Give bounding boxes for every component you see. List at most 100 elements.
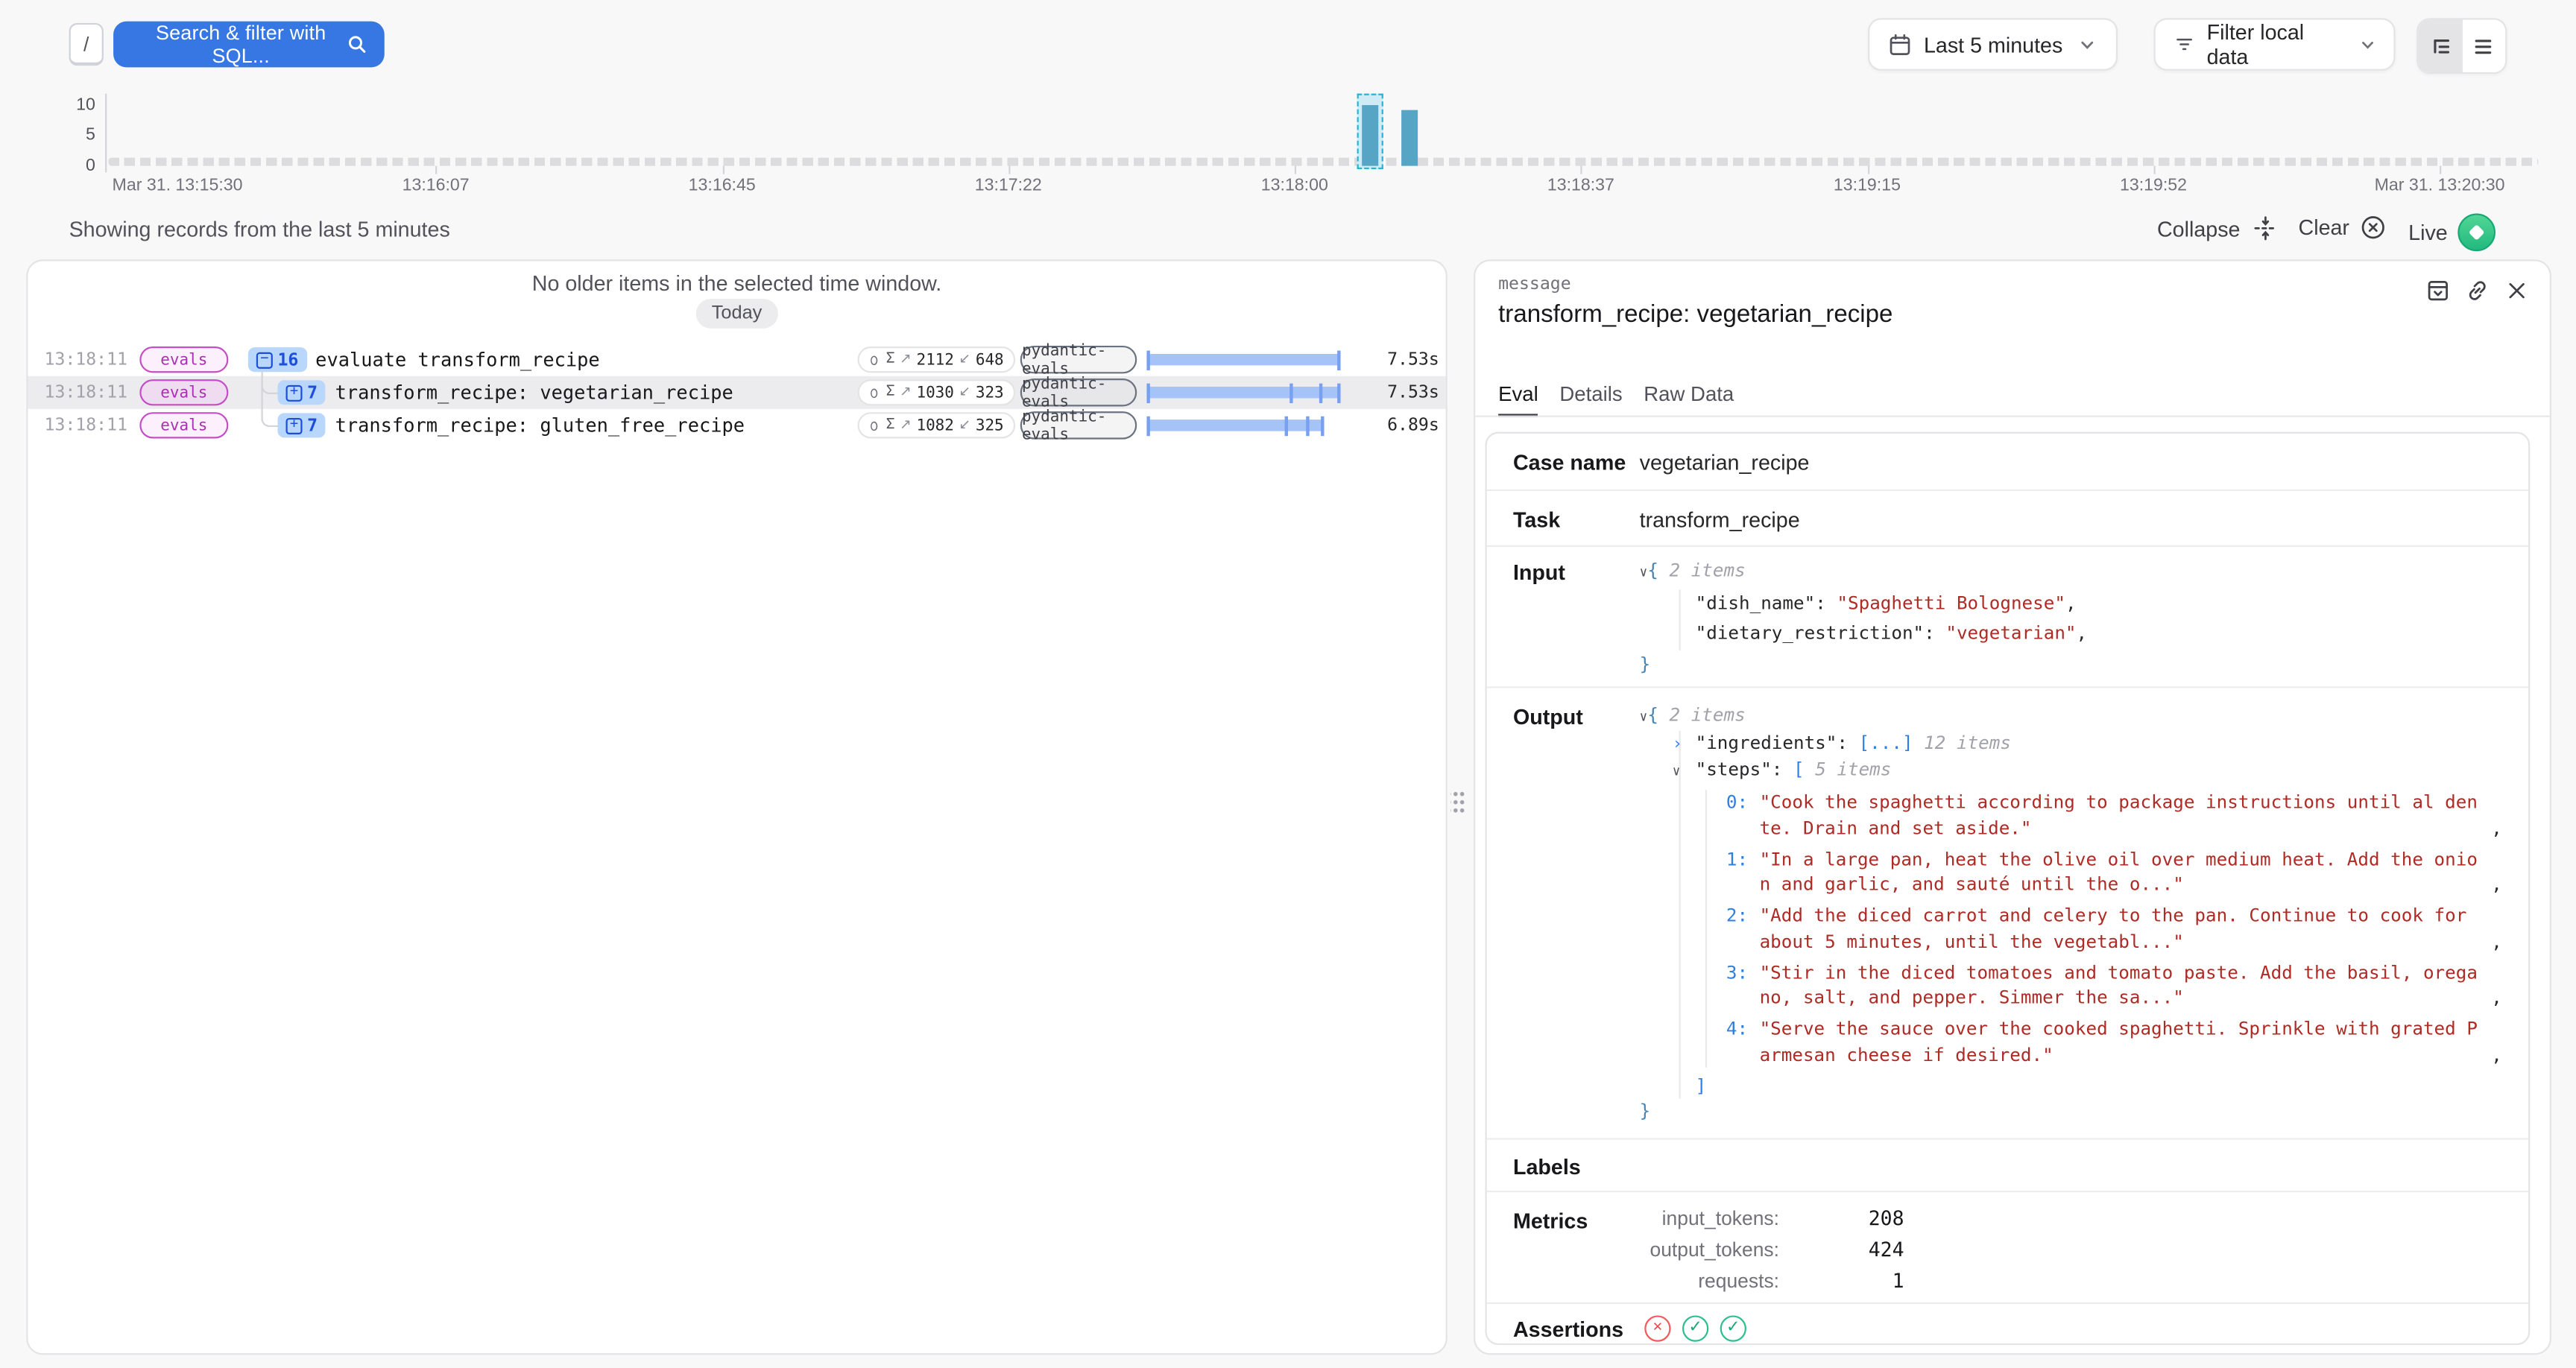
assertion-badges: × ✓ ✓ [1644, 1315, 1746, 1341]
calendar-icon [1887, 32, 1912, 57]
x-axis-tick [436, 166, 438, 174]
sum-icon: Σ [886, 417, 895, 434]
y-axis-tick-label: 10 [59, 95, 95, 114]
json-collapse-chevron[interactable]: ∨ [1640, 709, 1648, 724]
assertion-pass-icon[interactable]: ✓ [1682, 1315, 1708, 1341]
json-array-item: 2:"Add the diced carrot and celery to th… [1718, 903, 2501, 954]
sum-icon: Σ [886, 384, 895, 401]
json-array-item: 3:"Stir in the diced tomatoes and tomato… [1718, 960, 2501, 1010]
filter-icon [2174, 33, 2195, 56]
tree-view-icon [2428, 34, 2452, 58]
metrics-label: Metrics [1513, 1209, 1588, 1233]
json-collapse-chevron[interactable]: ∨ [1673, 759, 1690, 784]
task-label: Task [1513, 507, 1560, 532]
live-indicator-icon [2457, 214, 2496, 252]
tab-details[interactable]: Details [1559, 383, 1622, 417]
input-tokens-arrow-icon: ↗ [900, 384, 912, 401]
row-span-name: transform_recipe: gluten_free_recipe [335, 414, 745, 437]
time-range-dropdown[interactable]: Last 5 minutes [1868, 18, 2118, 71]
output-tokens-arrow-icon: ↙ [959, 384, 971, 401]
tree-view-toggle[interactable] [2418, 19, 2461, 72]
json-expand-chevron[interactable]: › [1673, 732, 1690, 757]
sum-icon: Σ [886, 352, 895, 368]
eval-detail-card: Case name vegetarian_recipe Task transfo… [1485, 432, 2530, 1345]
tokens-icon [869, 384, 881, 402]
trace-row[interactable]: 13:18:11 evals +7 transform_recipe: vege… [28, 376, 1445, 409]
assertion-pass-icon[interactable]: ✓ [1720, 1315, 1746, 1341]
duration-bar [1146, 354, 1340, 365]
output-tokens-arrow-icon: ↙ [959, 352, 971, 368]
histogram-bar[interactable] [1401, 110, 1417, 165]
json-line: ∨{ 2 items [1640, 703, 2502, 729]
x-axis-tick [722, 166, 724, 174]
histogram-bar[interactable] [1363, 104, 1379, 166]
input-label: Input [1513, 560, 1565, 585]
duration-bar [1146, 387, 1340, 398]
copy-link-icon[interactable] [2464, 277, 2490, 303]
metric-name: requests: [1640, 1266, 1779, 1297]
filter-label: Filter local data [2207, 19, 2344, 69]
x-axis-tick [1581, 166, 1582, 174]
x-axis-tick [1867, 166, 1869, 174]
output-label: Output [1513, 705, 1583, 729]
assertion-fail-icon[interactable]: × [1644, 1315, 1670, 1341]
tokens-icon [869, 417, 881, 434]
metric-name: output_tokens: [1640, 1235, 1779, 1266]
panel-resize-handle[interactable] [1450, 788, 1465, 816]
input-tokens-arrow-icon: ↗ [900, 352, 912, 368]
trace-row[interactable]: 13:18:11 evals +7 transform_recipe: glut… [28, 409, 1445, 442]
filter-local-data-dropdown[interactable]: Filter local data [2154, 18, 2396, 71]
today-badge[interactable]: Today [695, 299, 779, 329]
archive-icon[interactable] [2425, 277, 2451, 303]
collapse-label: Collapse [2157, 216, 2241, 241]
timeline-histogram[interactable]: 1050Mar 31. 13:15:3013:16:0713:16:4513:1… [0, 86, 2576, 204]
assertions-label: Assertions [1513, 1317, 1623, 1342]
status-row: Showing records from the last 5 minutes … [0, 206, 2576, 255]
json-collapse-chevron[interactable]: ∨ [1640, 565, 1648, 580]
live-toggle[interactable]: Live [2408, 214, 2496, 252]
app-window: / Search & filter with SQL... Last 5 min… [0, 0, 2576, 1368]
zero-baseline-dashes [108, 158, 2538, 166]
json-array-item: 0:"Cook the spaghetti according to packa… [1718, 790, 2501, 840]
json-array-item: 1:"In a large pan, heat the olive oil ov… [1718, 846, 2501, 897]
view-mode-toggle [2416, 18, 2507, 74]
x-axis-tick-label: Mar 31. 13:15:30 [113, 176, 243, 195]
output-row: Output ∨{ 2 items›"ingredients": [...] 1… [1487, 686, 2528, 1138]
span-count-badge[interactable]: +7 [277, 380, 326, 405]
clear-button[interactable]: Clear [2299, 214, 2387, 241]
close-icon[interactable] [2504, 277, 2530, 303]
showing-records-text: Showing records from the last 5 minutes [69, 217, 450, 241]
duration-text: 6.89s [1330, 416, 1439, 435]
metric-row: output_tokens:424 [1640, 1235, 1904, 1266]
json-line: } [1640, 650, 2502, 680]
service-badge: pydantic-evals [1020, 411, 1137, 439]
y-axis-tick-label: 0 [59, 156, 95, 175]
expand-toggle-icon: + [286, 417, 303, 434]
metric-value: 1 [1779, 1266, 1904, 1297]
span-count-badge[interactable]: +7 [277, 413, 326, 437]
output-tokens-arrow-icon: ↙ [959, 417, 971, 434]
clear-circle-x-icon [2359, 214, 2387, 241]
expand-toggle-icon: − [256, 352, 273, 368]
collapse-button[interactable]: Collapse [2157, 214, 2279, 244]
list-view-toggle[interactable] [2462, 19, 2505, 72]
case-name-value: vegetarian_recipe [1640, 450, 1810, 475]
row-span-name: transform_recipe: vegetarian_recipe [335, 381, 733, 404]
task-row: Task transform_recipe [1487, 490, 2528, 545]
span-count-badge[interactable]: −16 [248, 347, 307, 372]
token-usage-pill: Σ ↗1082 ↙325 [858, 412, 1016, 438]
row-span-name: evaluate transform_recipe [315, 348, 600, 371]
tab-raw-data[interactable]: Raw Data [1644, 383, 1734, 417]
collapse-icon [2250, 214, 2280, 244]
tab-eval[interactable]: Eval [1498, 383, 1538, 417]
json-line: } [1640, 1099, 2502, 1124]
output-json-viewer[interactable]: ∨{ 2 items›"ingredients": [...] 12 items… [1640, 703, 2502, 1124]
input-json-viewer[interactable]: ∨{ 2 items"dish_name": "Spaghetti Bologn… [1640, 557, 2502, 680]
token-usage-pill: Σ ↗2112 ↙648 [858, 346, 1016, 373]
detail-tabs: Eval Details Raw Data [1498, 383, 1734, 417]
clear-label: Clear [2299, 215, 2349, 240]
trace-row[interactable]: 13:18:11 evals −16 evaluate transform_re… [28, 343, 1445, 376]
search-button[interactable]: Search & filter with SQL... [113, 22, 385, 68]
x-axis-tick-label: 13:16:07 [402, 176, 470, 195]
expand-toggle-icon: + [286, 384, 303, 401]
